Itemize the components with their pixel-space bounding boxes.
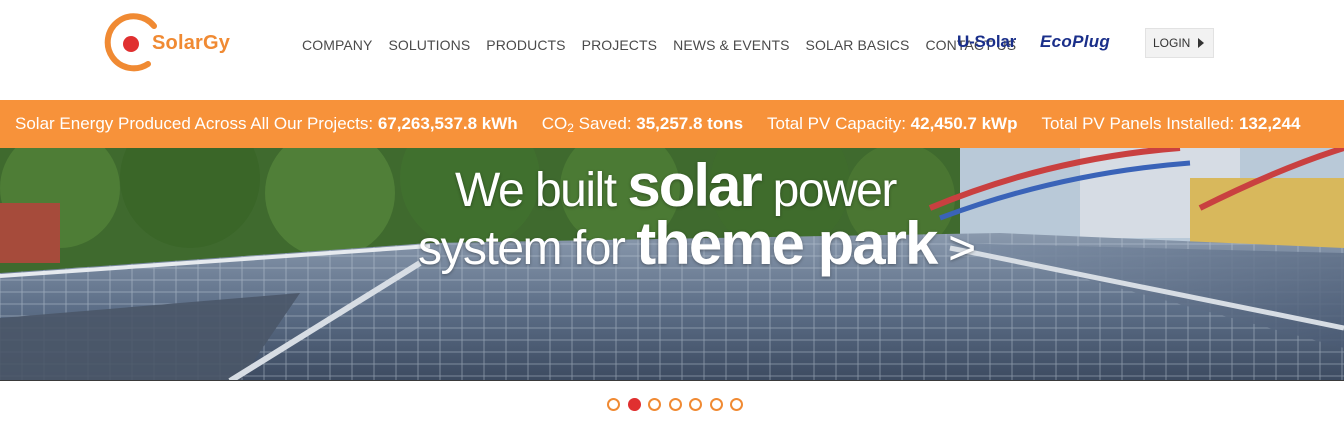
nav-solutions[interactable]: SOLUTIONS xyxy=(386,37,472,53)
carousel-pagination xyxy=(607,398,751,412)
nav-news-events[interactable]: NEWS & EVENTS xyxy=(671,37,791,53)
solargy-logo[interactable]: SolarGy xyxy=(104,12,254,74)
nav-projects[interactable]: PROJECTS xyxy=(580,37,659,53)
stat-energy-produced: Solar Energy Produced Across All Our Pro… xyxy=(15,114,518,134)
hero-line1-pre: We built xyxy=(455,164,628,217)
stat-value: 42,450.7 kWp xyxy=(910,114,1018,133)
stat-label: Total PV Capacity: xyxy=(767,114,911,133)
carousel-dot[interactable] xyxy=(648,398,661,411)
hero-line1-emphasis: solar xyxy=(627,152,762,219)
carousel-dot[interactable] xyxy=(689,398,702,411)
carousel-dot[interactable] xyxy=(607,398,620,411)
stat-panels-installed: Total PV Panels Installed: 132,244 xyxy=(1041,114,1300,134)
stat-pv-capacity: Total PV Capacity: 42,450.7 kWp xyxy=(767,114,1017,134)
hero-headline-line2[interactable]: system for theme park > xyxy=(418,214,976,275)
carousel-dot[interactable] xyxy=(730,398,743,411)
hero-line2-pre: system for xyxy=(418,222,637,275)
stat-label-sub: 2 xyxy=(567,121,574,135)
stat-label-pre: CO xyxy=(541,114,568,133)
nav-solar-basics[interactable]: SOLAR BASICS xyxy=(804,37,912,53)
main-nav: COMPANY SOLUTIONS PRODUCTS PROJECTS NEWS… xyxy=(300,35,1030,55)
nav-products[interactable]: PRODUCTS xyxy=(484,37,567,53)
stat-value: 67,263,537.8 kWh xyxy=(377,114,518,133)
caret-right-icon xyxy=(1198,38,1204,48)
carousel-dot[interactable] xyxy=(668,398,682,411)
logo-text: SolarGy xyxy=(152,32,231,54)
nav-company[interactable]: COMPANY xyxy=(300,37,374,53)
site-header: SolarGy COMPANY SOLUTIONS PRODUCTS PROJE… xyxy=(0,0,1344,100)
hero-arrow-icon: > xyxy=(936,222,976,275)
stats-ticker: Solar Energy Produced Across All Our Pro… xyxy=(0,100,1344,148)
login-button[interactable]: LOGIN xyxy=(1145,28,1214,58)
stat-label: Total PV Panels Installed: xyxy=(1041,114,1239,133)
login-label: LOGIN xyxy=(1153,36,1191,50)
ecoplug-brand-link[interactable]: EcoPlug xyxy=(1040,32,1110,52)
hero-banner[interactable]: We built solar power system for theme pa… xyxy=(0,148,1344,381)
hero-headline-line1[interactable]: We built solar power xyxy=(455,156,897,217)
stat-co2-saved: CO2 Saved: 35,257.8 tons xyxy=(541,114,744,135)
carousel-dot[interactable] xyxy=(709,398,723,411)
carousel-dot-active[interactable] xyxy=(627,398,641,411)
stat-value: 132,244 xyxy=(1238,114,1301,133)
stat-label: Solar Energy Produced Across All Our Pro… xyxy=(15,114,378,133)
stat-value: 35,257.8 tons xyxy=(636,114,744,133)
usolar-brand-link[interactable]: U-Solar xyxy=(957,32,1016,52)
hero-line2-emphasis: theme park xyxy=(636,210,938,277)
stat-label-post: Saved: xyxy=(573,114,637,133)
